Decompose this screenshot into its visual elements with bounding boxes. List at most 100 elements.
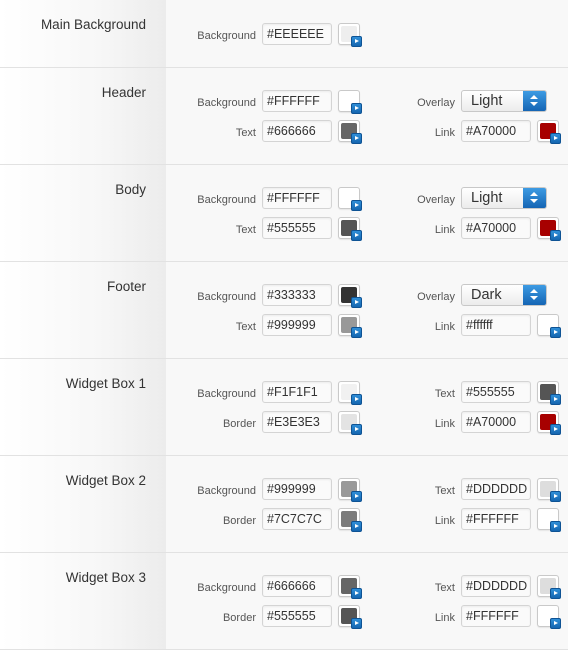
color-picker-button[interactable] bbox=[537, 381, 561, 405]
color-picker-button[interactable] bbox=[338, 217, 362, 241]
color-hex-input[interactable]: #666666 bbox=[262, 120, 332, 142]
section-widget-box-2: Widget Box 2 Background #999999 Border #… bbox=[0, 456, 568, 553]
color-picker-button[interactable] bbox=[338, 478, 362, 502]
play-arrow-icon bbox=[550, 521, 561, 532]
section-fields: Background #FFFFFF Text #555555 Overlay … bbox=[166, 165, 568, 261]
color-picker-button[interactable] bbox=[338, 120, 362, 144]
field-row-border: Border #E3E3E3 bbox=[166, 410, 362, 435]
color-picker-button[interactable] bbox=[338, 187, 362, 211]
color-picker-button[interactable] bbox=[338, 575, 362, 599]
color-hex-input[interactable]: #666666 bbox=[262, 575, 332, 597]
color-hex-input[interactable]: #555555 bbox=[262, 217, 332, 239]
color-picker-button[interactable] bbox=[537, 575, 561, 599]
field-label: Background bbox=[197, 97, 256, 109]
play-arrow-icon bbox=[351, 297, 362, 308]
play-arrow-icon bbox=[351, 424, 362, 435]
color-hex-input[interactable]: #ffffff bbox=[461, 314, 531, 336]
color-hex-input[interactable]: #A70000 bbox=[461, 411, 531, 433]
color-hex-input[interactable]: #333333 bbox=[262, 284, 332, 306]
color-hex-input[interactable]: #FFFFFF bbox=[461, 605, 531, 627]
play-arrow-icon bbox=[550, 424, 561, 435]
color-hex-input[interactable]: #999999 bbox=[262, 314, 332, 336]
color-picker-button[interactable] bbox=[537, 217, 561, 241]
color-hex-input[interactable]: #999999 bbox=[262, 478, 332, 500]
field-row-text: Text #555555 bbox=[371, 380, 561, 405]
color-picker-button[interactable] bbox=[338, 284, 362, 308]
section-body: Body Background #FFFFFF Text #555555 Ove… bbox=[0, 165, 568, 262]
color-picker-button[interactable] bbox=[338, 314, 362, 338]
field-label: Link bbox=[434, 418, 455, 430]
overlay-select[interactable]: Light bbox=[461, 90, 547, 112]
play-arrow-icon bbox=[351, 327, 362, 338]
color-picker-button[interactable] bbox=[537, 478, 561, 502]
color-hex-input[interactable]: #FFFFFF bbox=[262, 90, 332, 112]
color-picker-button[interactable] bbox=[537, 508, 561, 532]
color-hex-input[interactable]: #A70000 bbox=[461, 120, 531, 142]
overlay-select[interactable]: Dark bbox=[461, 284, 547, 306]
field-label: Text bbox=[434, 485, 455, 497]
color-picker-button[interactable] bbox=[338, 90, 362, 114]
play-arrow-icon bbox=[550, 618, 561, 629]
overlay-select-value: Light bbox=[471, 93, 503, 109]
field-label: Text bbox=[235, 321, 256, 333]
field-row-border: Border #7C7C7C bbox=[166, 507, 362, 532]
field-row-text: Text #DDDDDD bbox=[371, 574, 561, 599]
play-arrow-icon bbox=[351, 491, 362, 502]
field-label: Border bbox=[222, 612, 256, 624]
section-widget-box-1: Widget Box 1 Background #F1F1F1 Border #… bbox=[0, 359, 568, 456]
color-picker-button[interactable] bbox=[537, 314, 561, 338]
section-fields: Background #F1F1F1 Border #E3E3E3 Text #… bbox=[166, 359, 568, 455]
color-picker-button[interactable] bbox=[537, 605, 561, 629]
field-row-background: Background #999999 bbox=[166, 477, 362, 502]
field-label: Text bbox=[235, 224, 256, 236]
color-hex-input[interactable]: #555555 bbox=[461, 381, 531, 403]
field-label: Overlay bbox=[417, 97, 455, 109]
play-arrow-icon bbox=[351, 588, 362, 599]
section-title: Widget Box 1 bbox=[0, 359, 166, 455]
color-hex-input[interactable]: #E3E3E3 bbox=[262, 411, 332, 433]
color-picker-button[interactable] bbox=[338, 23, 362, 47]
color-hex-input[interactable]: #EEEEEE bbox=[262, 23, 332, 45]
color-hex-input[interactable]: #7C7C7C bbox=[262, 508, 332, 530]
color-hex-input[interactable]: #DDDDDD bbox=[461, 575, 531, 597]
play-arrow-icon bbox=[351, 521, 362, 532]
field-label: Background bbox=[197, 194, 256, 206]
color-picker-button[interactable] bbox=[537, 411, 561, 435]
field-row-link: Link #A70000 bbox=[371, 119, 561, 144]
color-picker-button[interactable] bbox=[338, 508, 362, 532]
section-title: Widget Box 2 bbox=[0, 456, 166, 552]
section-footer: Footer Background #333333 Text #999999 O… bbox=[0, 262, 568, 359]
color-hex-input[interactable]: #A70000 bbox=[461, 217, 531, 239]
up-down-arrows-icon bbox=[523, 285, 546, 305]
field-row-background: Background #333333 bbox=[166, 283, 362, 308]
play-arrow-icon bbox=[351, 36, 362, 47]
field-row-link: Link #A70000 bbox=[371, 216, 561, 241]
color-hex-input[interactable]: #FFFFFF bbox=[461, 508, 531, 530]
play-arrow-icon bbox=[351, 394, 362, 405]
color-hex-input[interactable]: #F1F1F1 bbox=[262, 381, 332, 403]
field-label: Border bbox=[222, 515, 256, 527]
section-title: Header bbox=[0, 68, 166, 164]
overlay-select[interactable]: Light bbox=[461, 187, 547, 209]
color-hex-input[interactable]: #FFFFFF bbox=[262, 187, 332, 209]
color-hex-input[interactable]: #555555 bbox=[262, 605, 332, 627]
field-label: Background bbox=[197, 388, 256, 400]
field-label: Background bbox=[197, 582, 256, 594]
section-main-background: Main Background Background #EEEEEE bbox=[0, 0, 568, 68]
field-row-background: Background #EEEEEE bbox=[166, 22, 362, 47]
play-arrow-icon bbox=[550, 230, 561, 241]
color-picker-button[interactable] bbox=[338, 605, 362, 629]
field-row-link: Link #ffffff bbox=[371, 313, 561, 338]
color-picker-button[interactable] bbox=[338, 411, 362, 435]
field-label: Border bbox=[222, 418, 256, 430]
color-hex-input[interactable]: #DDDDDD bbox=[461, 478, 531, 500]
field-label: Link bbox=[434, 321, 455, 333]
play-arrow-icon bbox=[351, 230, 362, 241]
field-label: Overlay bbox=[417, 291, 455, 303]
color-picker-button[interactable] bbox=[537, 120, 561, 144]
field-label: Text bbox=[434, 582, 455, 594]
field-label: Text bbox=[434, 388, 455, 400]
color-picker-button[interactable] bbox=[338, 381, 362, 405]
section-title: Body bbox=[0, 165, 166, 261]
field-row-link: Link #FFFFFF bbox=[371, 507, 561, 532]
